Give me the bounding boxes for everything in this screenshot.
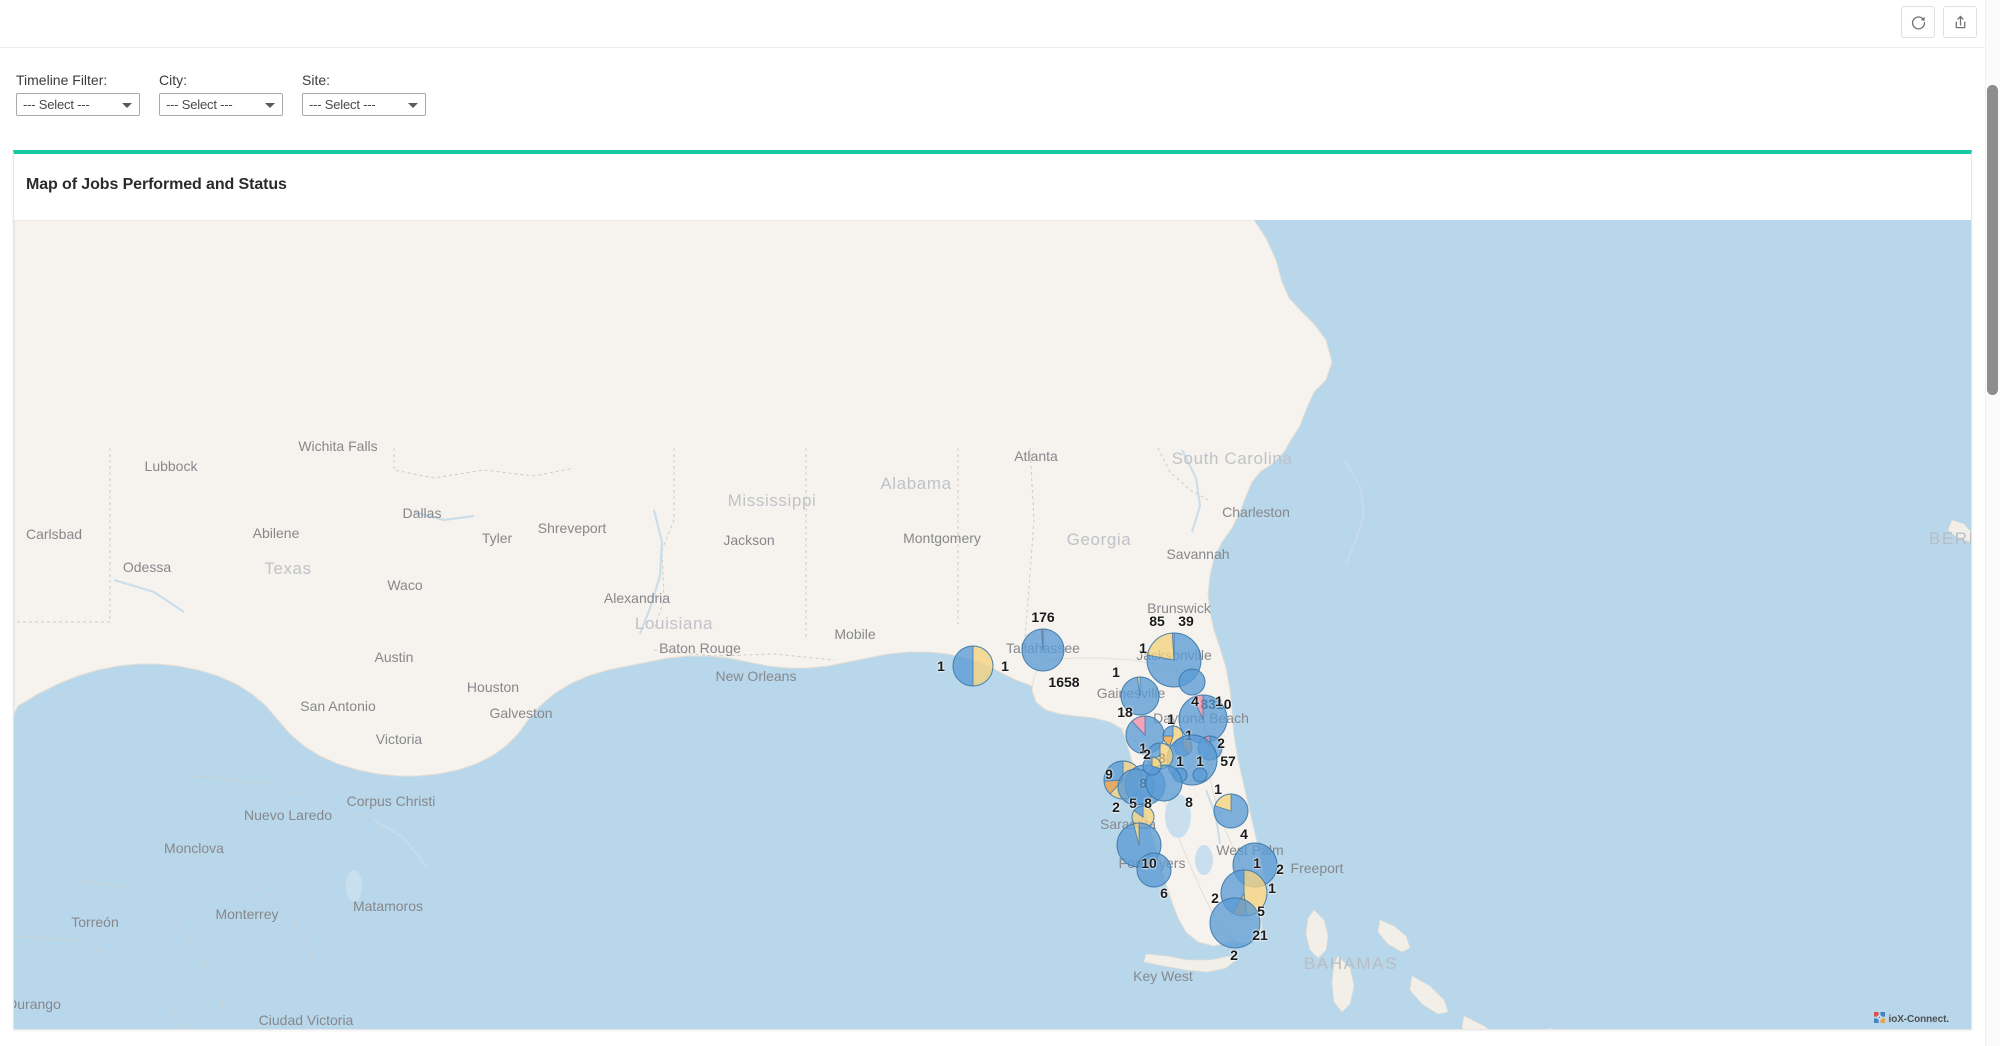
dashboard-page: Timeline Filter: --- Select --- City: --… bbox=[0, 0, 2000, 1046]
map-marker-jacksonville-south[interactable] bbox=[1178, 668, 1206, 696]
refresh-icon bbox=[1910, 14, 1927, 31]
map-canvas[interactable]: Lubbock Wichita Falls Carlsbad Abilene Dalla… bbox=[14, 220, 1971, 1029]
map-marker-tallahassee[interactable] bbox=[1021, 628, 1065, 672]
ioxconnect-logo-icon bbox=[1873, 1010, 1885, 1028]
map-basemap bbox=[14, 220, 1971, 1029]
map-card: Map of Jobs Performed and Status Lubbock… bbox=[13, 150, 1972, 1030]
export-button[interactable] bbox=[1943, 6, 1977, 38]
site-filter-label: Site: bbox=[302, 72, 331, 88]
timeline-filter-select[interactable]: --- Select --- bbox=[16, 93, 140, 116]
map-marker-gainesville[interactable] bbox=[1120, 676, 1160, 716]
site-filter-group: Site: --- Select --- bbox=[302, 72, 426, 116]
site-filter-value: --- Select --- bbox=[309, 96, 376, 112]
top-toolbar bbox=[0, 0, 1985, 48]
map-marker-st-pete[interactable] bbox=[1142, 756, 1162, 776]
timeline-filter-label: Timeline Filter: bbox=[16, 72, 108, 88]
chevron-down-icon bbox=[265, 102, 275, 108]
map-marker-lakeland-2[interactable] bbox=[1192, 767, 1208, 783]
map-marker-fort-myers[interactable] bbox=[1136, 852, 1172, 888]
city-filter-group: City: --- Select --- bbox=[159, 72, 283, 116]
refresh-button[interactable] bbox=[1901, 6, 1935, 38]
page-scrollbar-thumb[interactable] bbox=[1987, 85, 1998, 395]
map-marker-miami[interactable] bbox=[1209, 897, 1261, 949]
map-marker-panhandle-gulf[interactable] bbox=[952, 645, 994, 687]
share-icon bbox=[1952, 14, 1969, 31]
page-scrollbar-track[interactable] bbox=[1985, 0, 2000, 1046]
watermark: ioX-Connect. bbox=[1873, 1010, 1950, 1028]
page-title: Map of Jobs Performed and Status bbox=[26, 176, 287, 193]
timeline-filter-value: --- Select --- bbox=[23, 96, 90, 112]
map-marker-west-palm-n[interactable] bbox=[1213, 793, 1249, 829]
site-filter-select[interactable]: --- Select --- bbox=[302, 93, 426, 116]
city-filter-label: City: bbox=[159, 72, 187, 88]
city-filter-value: --- Select --- bbox=[166, 96, 233, 112]
filter-bar: Timeline Filter: --- Select --- City: --… bbox=[0, 72, 1985, 132]
timeline-filter-group: Timeline Filter: --- Select --- bbox=[16, 72, 140, 116]
watermark-label: ioX-Connect. bbox=[1888, 1013, 1950, 1025]
chevron-down-icon bbox=[408, 102, 418, 108]
chevron-down-icon bbox=[122, 102, 132, 108]
city-filter-select[interactable]: --- Select --- bbox=[159, 93, 283, 116]
toolbar-actions bbox=[1901, 6, 1977, 38]
